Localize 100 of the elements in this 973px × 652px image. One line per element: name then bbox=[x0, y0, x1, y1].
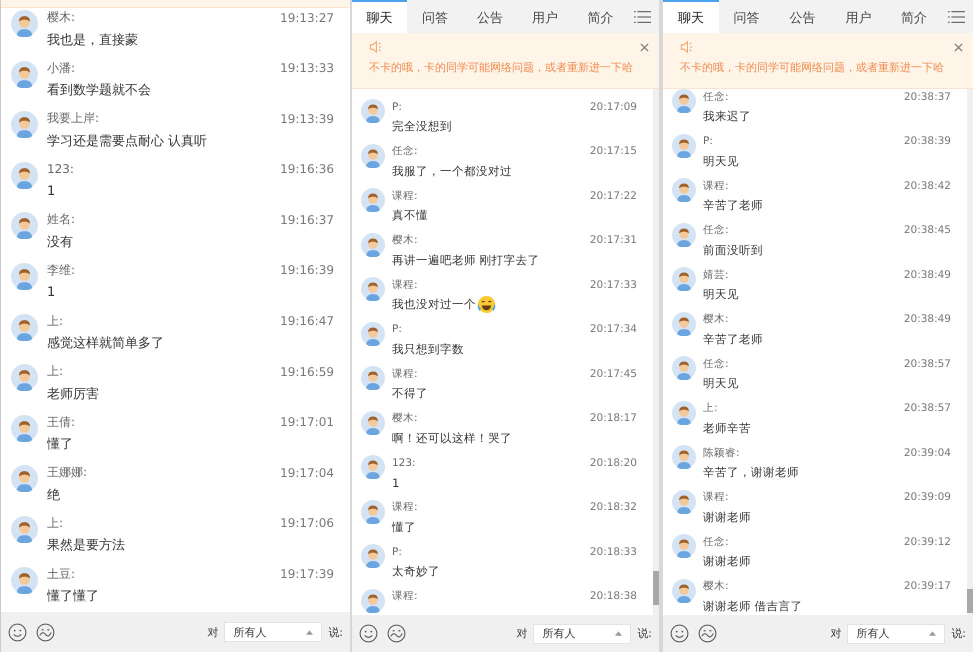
sender-name: 樱木: bbox=[392, 233, 418, 247]
sticker-icon[interactable] bbox=[387, 624, 406, 643]
recipient-select[interactable]: 所有人 bbox=[847, 624, 946, 644]
message-time: 20:17:22 bbox=[590, 190, 637, 202]
sender-name: 任念: bbox=[703, 223, 729, 237]
message-text: 老师厉害 bbox=[47, 386, 99, 403]
avatar-icon bbox=[11, 262, 38, 290]
avatar-icon bbox=[672, 578, 696, 602]
recipient-select[interactable]: 所有人 bbox=[224, 622, 322, 642]
message-text: 1 bbox=[47, 284, 56, 300]
message-text: 明天见 bbox=[703, 154, 739, 168]
avatar-icon bbox=[361, 99, 385, 123]
message-text: 懂了 bbox=[47, 436, 73, 454]
sticker-icon[interactable] bbox=[698, 624, 717, 643]
menu-icon[interactable] bbox=[634, 10, 652, 24]
sender-name: 课程: bbox=[392, 589, 418, 603]
recipient-select[interactable]: 所有人 bbox=[533, 624, 632, 644]
smiley-icon[interactable] bbox=[8, 622, 27, 642]
sender-name: 任念: bbox=[703, 534, 729, 548]
message-text: 辛苦了老师 bbox=[703, 198, 763, 213]
close-icon[interactable] bbox=[640, 42, 649, 52]
message-text: 真不懂 bbox=[392, 208, 428, 223]
message-time: 20:17:33 bbox=[590, 278, 637, 290]
message-time: 20:39:04 bbox=[904, 446, 951, 458]
scrollbar-thumb[interactable] bbox=[653, 571, 659, 605]
message-text: 我也是，直接蒙 bbox=[47, 32, 138, 48]
avatar-icon bbox=[11, 111, 38, 138]
avatar-icon bbox=[361, 500, 385, 524]
menu-icon[interactable] bbox=[948, 10, 965, 24]
message-time: 20:38:42 bbox=[904, 180, 951, 192]
message-text: 绝 bbox=[47, 486, 60, 504]
message-text: 懂了懂了 bbox=[47, 588, 99, 606]
avatar-icon bbox=[361, 410, 385, 434]
close-icon[interactable] bbox=[954, 42, 963, 52]
sender-name: 樱木: bbox=[703, 579, 729, 593]
sender-name: 樱木: bbox=[703, 312, 729, 326]
sender-name: 上: bbox=[47, 514, 64, 532]
sender-name: P: bbox=[392, 323, 402, 335]
message-text: 我也没对过一个 bbox=[392, 297, 476, 312]
tab[interactable]: 聊天 bbox=[663, 0, 719, 33]
message-time: 20:38:57 bbox=[904, 402, 951, 414]
message-text: 感觉这样就简单多了 bbox=[47, 335, 164, 352]
sender-name: 123: bbox=[392, 456, 416, 468]
avatar-icon bbox=[672, 222, 696, 246]
avatar-icon bbox=[361, 455, 385, 479]
message-text: 明天见 bbox=[703, 376, 739, 391]
sender-name: 任念: bbox=[703, 90, 729, 104]
message-text: 1 bbox=[392, 476, 400, 490]
speaker-icon bbox=[369, 40, 383, 54]
avatar-icon bbox=[672, 178, 696, 202]
message-text: 我只想到字数 bbox=[392, 342, 464, 356]
message-time: 20:38:45 bbox=[904, 224, 951, 236]
avatar-icon bbox=[11, 364, 38, 392]
smiley-icon[interactable] bbox=[670, 624, 689, 643]
message-time: 19:16:36 bbox=[280, 162, 334, 176]
sender-name: 任念: bbox=[703, 356, 729, 370]
avatar-icon bbox=[11, 465, 38, 492]
sender-name: P: bbox=[703, 135, 713, 147]
sender-name: 上: bbox=[47, 312, 64, 330]
message-time: 19:16:37 bbox=[280, 212, 334, 227]
sender-name: P: bbox=[392, 546, 402, 558]
sender-name: 123: bbox=[47, 162, 74, 176]
message-time: 20:17:45 bbox=[590, 368, 637, 380]
sender-name: 课程: bbox=[392, 500, 418, 514]
avatar-icon bbox=[11, 314, 38, 341]
avatar-icon bbox=[672, 89, 696, 113]
sender-name: 课程: bbox=[392, 278, 418, 292]
message-text: 辛苦了，谢谢老师 bbox=[703, 465, 799, 480]
sender-name: 王倩: bbox=[47, 414, 76, 431]
message-text: 没有 bbox=[47, 234, 73, 251]
avatar-icon bbox=[361, 322, 385, 346]
to-label: 对 bbox=[207, 624, 218, 640]
message-text: 懂了 bbox=[392, 520, 416, 534]
caret-icon bbox=[929, 631, 936, 636]
avatar-icon bbox=[11, 414, 38, 442]
message-time: 20:17:15 bbox=[590, 145, 637, 157]
message-time: 20:38:57 bbox=[904, 358, 951, 370]
message-text: 太奇妙了 bbox=[392, 564, 440, 579]
smiley-icon[interactable] bbox=[359, 624, 378, 643]
message-time: 20:39:09 bbox=[904, 491, 951, 503]
to-label: 对 bbox=[830, 626, 842, 641]
notice-text: 不卡的哦，卡的同学可能网络问题，或者重新进一下哈 bbox=[680, 60, 944, 75]
sender-name: 我要上岸: bbox=[47, 110, 100, 128]
avatar-icon bbox=[361, 277, 385, 301]
sender-name: 课程: bbox=[392, 188, 418, 202]
notice-text: 不卡的哦，卡的同学可能网络问题，或者重新进一下哈 bbox=[369, 60, 633, 75]
message-time: 20:18:17 bbox=[590, 412, 637, 424]
message-time: 20:17:31 bbox=[590, 234, 637, 246]
message-time: 20:39:17 bbox=[904, 580, 951, 592]
message-text: 果然是要方法 bbox=[47, 537, 125, 554]
message-time: 20:18:32 bbox=[590, 501, 637, 513]
sticker-icon[interactable] bbox=[36, 622, 55, 642]
avatar-icon bbox=[361, 588, 385, 612]
sender-name: 李维: bbox=[47, 262, 76, 279]
avatar-icon bbox=[11, 566, 38, 594]
tab[interactable]: 聊天 bbox=[352, 0, 408, 33]
avatar-icon bbox=[361, 188, 385, 212]
sender-name: 樱木: bbox=[47, 9, 76, 26]
message-time: 20:38:49 bbox=[904, 268, 951, 280]
scrollbar-thumb[interactable] bbox=[967, 589, 973, 613]
